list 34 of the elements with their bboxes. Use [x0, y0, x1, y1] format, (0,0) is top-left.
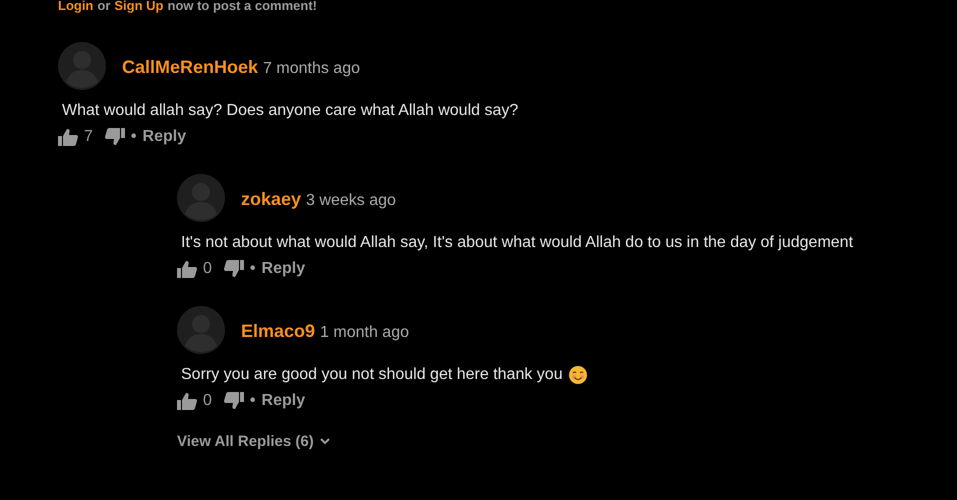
thumbs-up-icon[interactable]: [177, 260, 197, 278]
thumbs-up-icon[interactable]: [177, 392, 197, 410]
like-count: 0: [203, 392, 212, 410]
comment-text: Sorry you are good you not should get here thank you: [181, 366, 563, 384]
comment-text: It's not about what would Allah say, It's about what would Allah do to us in the day of judgement: [181, 234, 854, 252]
username[interactable]: zokaey: [241, 188, 302, 210]
timestamp: 7 months ago: [263, 60, 360, 78]
avatar: [177, 306, 225, 354]
timestamp: 1 month ago: [320, 324, 409, 342]
thumbs-down-icon[interactable]: [104, 128, 125, 146]
username[interactable]: Elmaco9: [241, 320, 316, 342]
timestamp: 3 weeks ago: [306, 192, 396, 210]
separator-dot: •: [250, 260, 256, 278]
reply-button[interactable]: Reply: [142, 128, 186, 146]
thumbs-down-icon[interactable]: [224, 260, 244, 278]
view-all-replies-button[interactable]: View All Replies (6): [177, 433, 330, 450]
prompt-text: or: [97, 0, 110, 12]
avatar: [58, 42, 106, 90]
avatar: [177, 174, 225, 222]
separator-dot: •: [250, 392, 256, 410]
sign-up-link[interactable]: Sign Up: [114, 0, 164, 12]
reply-button[interactable]: Reply: [262, 392, 306, 410]
chevron-down-icon: [320, 438, 330, 445]
login-link[interactable]: Login: [58, 0, 94, 12]
thumbs-up-icon[interactable]: [58, 128, 78, 146]
smiling-face-icon: [568, 366, 587, 384]
separator-dot: •: [130, 128, 137, 146]
thumbs-down-icon[interactable]: [224, 392, 244, 410]
like-count: 7: [84, 128, 93, 146]
reply-button[interactable]: Reply: [262, 260, 306, 278]
username[interactable]: CallMeRenHoek: [122, 56, 258, 78]
like-count: 0: [203, 260, 212, 278]
comment-text: What would allah say? Does anyone care what Allah would say?: [62, 102, 518, 120]
prompt-text: now to post a comment!: [168, 0, 317, 12]
